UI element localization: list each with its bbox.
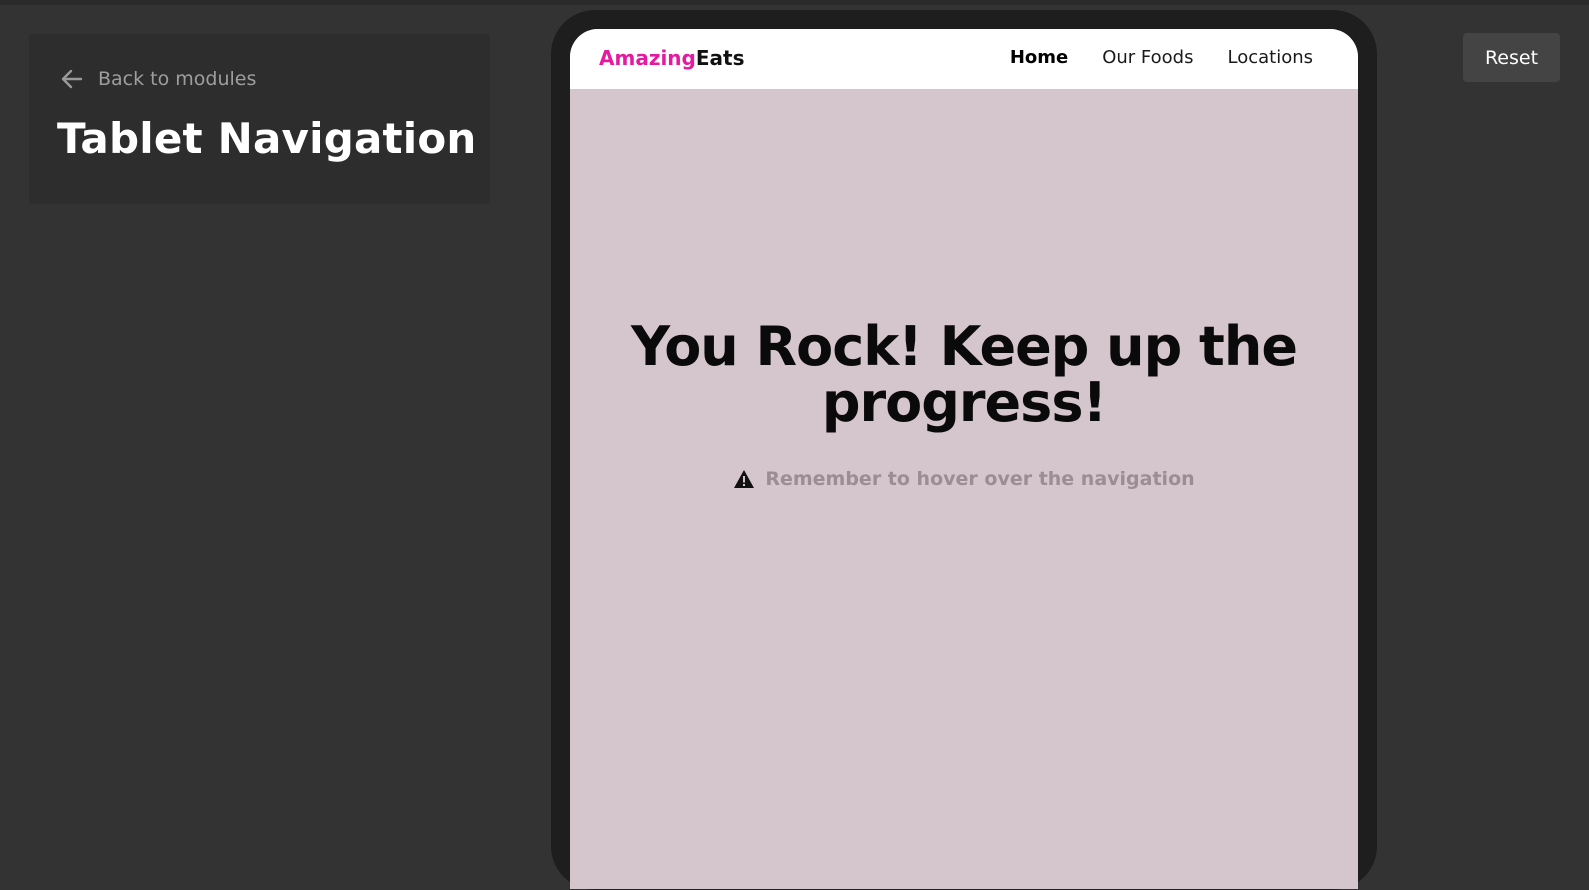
site-navbar: AmazingEats Home Our Foods Locations [570,29,1358,89]
brand-logo-accent: Amazing [599,46,696,70]
back-to-modules-label: Back to modules [98,68,257,90]
hover-hint-text: Remember to hover over the navigation [765,468,1195,490]
warning-icon [733,469,765,489]
hover-hint: Remember to hover over the navigation [570,468,1358,490]
nav-link-locations[interactable]: Locations [1227,47,1313,68]
tablet-frame: AmazingEats Home Our Foods Locations You… [551,10,1377,890]
nav-link-home[interactable]: Home [1010,47,1068,68]
module-panel: Back to modules Tablet Navigation [29,34,490,204]
nav-links: Home Our Foods Locations [1010,47,1313,68]
brand-logo-rest: Eats [695,46,745,70]
page-title: Tablet Navigation [57,114,477,163]
top-strip [0,0,1589,5]
brand-logo[interactable]: AmazingEats [599,46,745,70]
tablet-screen: AmazingEats Home Our Foods Locations You… [570,29,1358,889]
back-to-modules-link[interactable]: Back to modules [61,68,256,90]
hero-title: You Rock! Keep up the progress! [631,315,1298,434]
reset-button[interactable]: Reset [1463,33,1560,82]
arrow-left-icon [61,68,83,90]
nav-link-our-foods[interactable]: Our Foods [1102,47,1193,68]
